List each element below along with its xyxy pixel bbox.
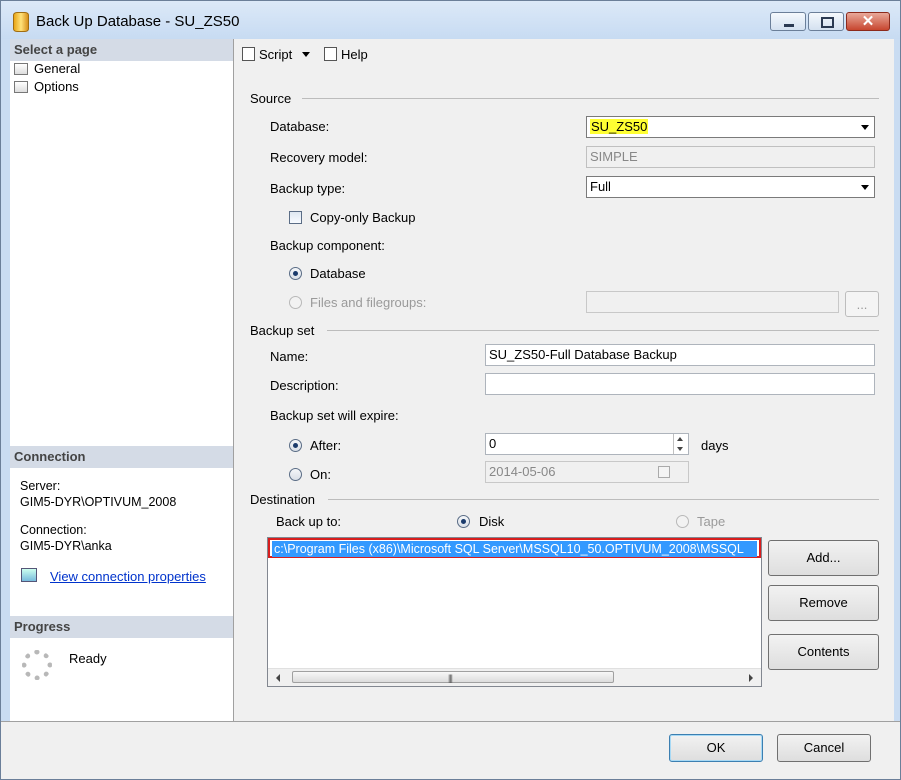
component-files-radio[interactable] (289, 296, 302, 309)
server-label: Server: (20, 479, 61, 493)
select-page-header: Select a page (10, 39, 233, 61)
server-value: GIM5-DYR\OPTIVUM_2008 (20, 495, 177, 509)
component-database-label: Database (310, 266, 366, 281)
window-title: Back Up Database - SU_ZS50 (36, 13, 240, 30)
view-connection-properties-link[interactable]: View connection properties (50, 569, 206, 584)
recovery-model-label: Recovery model: (270, 150, 368, 165)
chevron-down-icon (861, 125, 869, 130)
scroll-left-icon[interactable] (276, 674, 280, 682)
disk-radio[interactable] (457, 515, 470, 528)
copy-only-label: Copy-only Backup (310, 210, 416, 225)
files-filegroups-field (586, 291, 839, 313)
backup-type-label: Backup type: (270, 181, 346, 196)
page-item-label: Options (34, 79, 79, 94)
expire-date-picker: 2014-05-06 (485, 461, 689, 483)
page-item-options[interactable]: Options (14, 78, 79, 96)
horizontal-scrollbar[interactable]: ||| (268, 668, 761, 686)
add-button[interactable]: Add... (768, 540, 879, 576)
days-label: days (701, 438, 729, 453)
name-label: Name: (270, 349, 309, 364)
spinner-buttons[interactable] (673, 434, 688, 454)
database-value: SU_ZS50 (590, 119, 649, 134)
expire-on-label: On: (310, 467, 331, 482)
expire-after-radio[interactable] (289, 439, 302, 452)
description-label: Description: (270, 378, 339, 393)
script-button[interactable]: Script (242, 46, 311, 64)
expire-date-value: 2014-05-06 (489, 464, 556, 479)
ok-button[interactable]: OK (669, 734, 763, 762)
help-icon (324, 47, 337, 61)
expire-days-value: 0 (489, 436, 497, 451)
spin-up-icon[interactable] (674, 434, 688, 444)
chevron-down-icon[interactable] (302, 52, 311, 57)
cancel-button[interactable]: Cancel (777, 734, 871, 762)
connection-value: GIM5-DYR\anka (20, 539, 112, 553)
source-group-label: Source (250, 91, 292, 106)
remove-button[interactable]: Remove (768, 585, 879, 621)
scroll-right-icon[interactable] (749, 674, 753, 682)
source-divider (302, 98, 879, 99)
recovery-model-field: SIMPLE (586, 146, 875, 168)
calendar-icon (658, 466, 670, 478)
page-icon (14, 63, 28, 75)
page-item-general[interactable]: General (14, 60, 80, 78)
contents-button[interactable]: Contents (768, 634, 879, 670)
backup-database-dialog: Back Up Database - SU_ZS50 ✕ Select a pa… (0, 0, 901, 780)
destination-group-label: Destination (250, 492, 316, 507)
grip-icon: ||| (448, 673, 453, 683)
expire-after-label: After: (310, 438, 342, 453)
title-bar[interactable]: Back Up Database - SU_ZS50 ✕ (1, 1, 900, 39)
backup-name-input[interactable]: SU_ZS50-Full Database Backup (485, 344, 875, 366)
database-label: Database: (270, 119, 330, 134)
page-icon (14, 81, 28, 93)
maximize-button[interactable] (808, 12, 844, 31)
description-input[interactable] (485, 373, 875, 395)
backup-component-label: Backup component: (270, 238, 385, 253)
disk-label: Disk (479, 514, 505, 529)
left-pane: Select a page General Options Connection… (10, 39, 234, 721)
browse-files-button[interactable]: ... (845, 291, 879, 317)
component-database-radio[interactable] (289, 267, 302, 280)
database-select[interactable]: SU_ZS50 (586, 116, 875, 138)
general-page: Script Help Source Database: SU_ZS50 Rec… (234, 39, 894, 721)
connection-properties-icon (21, 568, 37, 582)
backup-type-select[interactable]: Full (586, 176, 875, 198)
destination-path: c:\Program Files (x86)\Microsoft SQL Ser… (272, 541, 757, 557)
copy-only-checkbox[interactable] (289, 211, 302, 224)
backup-set-divider (327, 330, 879, 331)
progress-status: Ready (69, 651, 107, 666)
chevron-down-icon (861, 185, 869, 190)
backup-to-label: Back up to: (276, 514, 342, 529)
progress-header: Progress (10, 616, 233, 638)
tape-label: Tape (697, 514, 726, 529)
script-icon (242, 47, 255, 61)
dialog-footer: OK Cancel (1, 721, 900, 779)
backup-type-value: Full (590, 179, 611, 194)
connection-header: Connection (10, 446, 233, 468)
close-icon: ✕ (861, 13, 875, 30)
scrollbar-thumb[interactable]: ||| (292, 671, 614, 683)
close-button[interactable]: ✕ (846, 12, 890, 31)
component-files-label: Files and filegroups: (310, 295, 427, 310)
list-item[interactable]: c:\Program Files (x86)\Microsoft SQL Ser… (268, 538, 761, 558)
connection-label: Connection: (20, 523, 87, 537)
minimize-button[interactable] (770, 12, 806, 31)
expire-days-spinner[interactable]: 0 (485, 433, 689, 455)
help-button[interactable]: Help (324, 46, 368, 64)
page-item-label: General (34, 61, 81, 76)
spin-down-icon[interactable] (674, 444, 688, 454)
destination-divider (328, 499, 879, 500)
script-label: Script (259, 47, 293, 62)
database-icon (13, 12, 29, 32)
backup-set-group-label: Backup set (250, 323, 315, 338)
destination-list[interactable]: c:\Program Files (x86)\Microsoft SQL Ser… (267, 537, 762, 687)
progress-spinner-icon (22, 650, 52, 680)
expire-on-radio[interactable] (289, 468, 302, 481)
tape-radio[interactable] (676, 515, 689, 528)
toolbar: Script Help (234, 39, 894, 69)
expire-label: Backup set will expire: (270, 408, 399, 423)
help-label: Help (341, 47, 368, 62)
